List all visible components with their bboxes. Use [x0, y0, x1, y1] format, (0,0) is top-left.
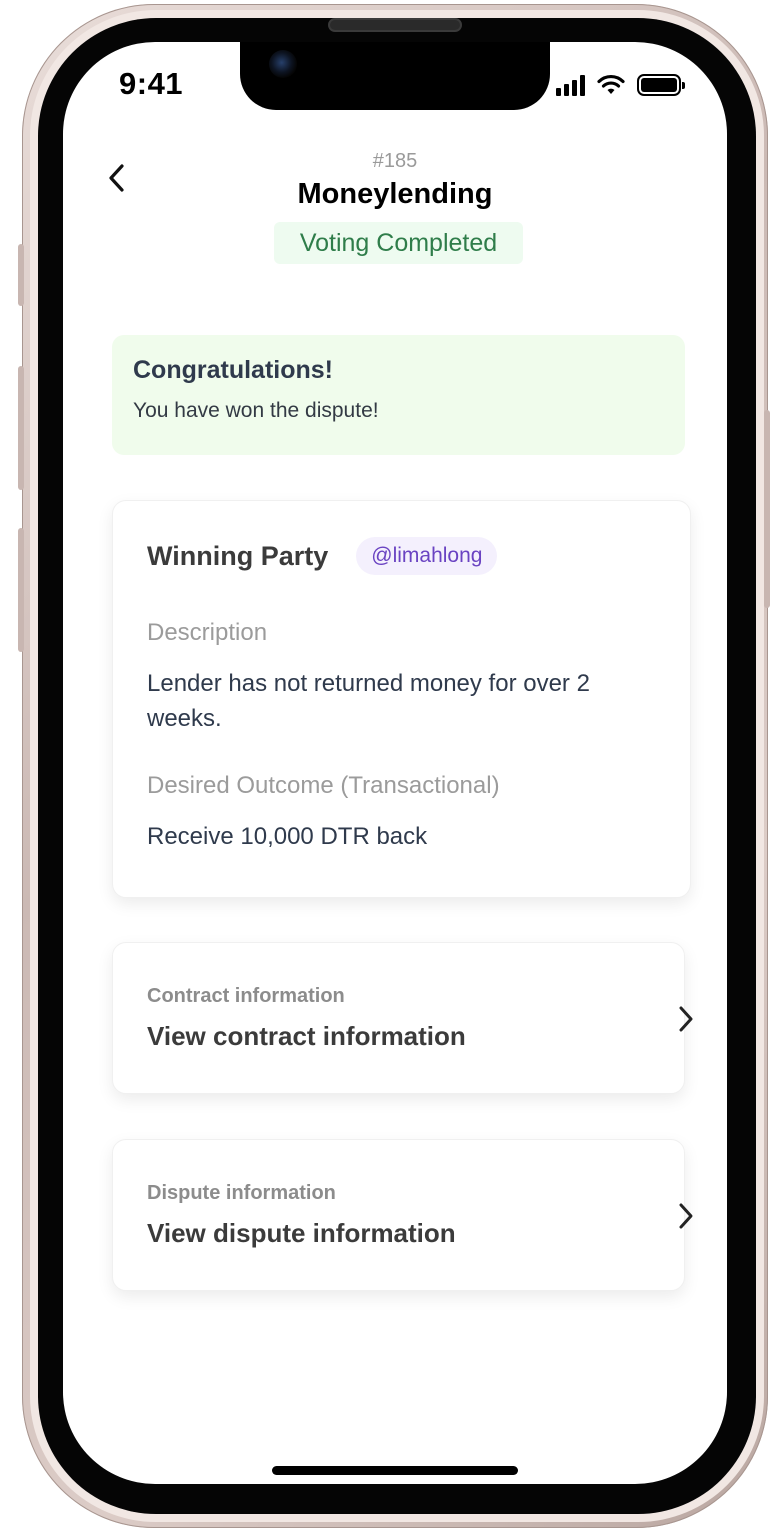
success-banner: Congratulations! You have won the disput…	[112, 335, 685, 455]
description-label: Description	[147, 619, 268, 646]
battery-icon	[637, 74, 685, 96]
volume-down-button	[18, 528, 24, 652]
contract-info-title: View contract information	[147, 1021, 466, 1051]
volume-up-button	[18, 366, 24, 490]
battery-level	[641, 78, 677, 92]
description-value: Lender has not returned money for over 2…	[147, 670, 590, 732]
front-camera	[269, 50, 297, 78]
status-icons	[556, 74, 685, 96]
wifi-icon	[597, 74, 625, 94]
dispute-info-label: Dispute information	[147, 1182, 336, 1204]
winner-handle-badge[interactable]: @limahlong	[356, 537, 498, 575]
winning-party-label: Winning Party	[147, 540, 329, 571]
contract-info-label: Contract information	[147, 985, 345, 1007]
power-button	[764, 410, 770, 608]
dispute-id: #185	[372, 150, 418, 172]
chevron-right-icon	[673, 1004, 699, 1034]
outcome-value: Receive 10,000 DTR back	[147, 823, 428, 850]
page-title: Moneylending	[297, 178, 493, 210]
outcome-label: Desired Outcome (Transactional)	[147, 772, 500, 799]
screen: 9:41 #185 Moneylending Voting Completed …	[63, 42, 727, 1484]
banner-message: You have won the dispute!	[133, 399, 379, 422]
chevron-right-icon	[673, 1201, 699, 1231]
cellular-signal-icon	[556, 74, 585, 96]
winning-party-row: Winning Party @limahlong	[147, 537, 498, 575]
notch	[240, 42, 550, 110]
winning-party-card: Winning Party @limahlong Description Len…	[112, 500, 691, 898]
banner-title: Congratulations!	[133, 356, 333, 384]
dispute-info-card[interactable]: Dispute information View dispute informa…	[112, 1139, 693, 1291]
status-badge: Voting Completed	[274, 222, 523, 264]
dispute-info-title: View dispute information	[147, 1218, 456, 1248]
silent-switch	[18, 244, 24, 306]
status-time: 9:41	[119, 66, 184, 101]
home-indicator[interactable]	[272, 1466, 518, 1475]
contract-info-card[interactable]: Contract information View contract infor…	[112, 942, 693, 1094]
earpiece-speaker	[328, 18, 462, 32]
